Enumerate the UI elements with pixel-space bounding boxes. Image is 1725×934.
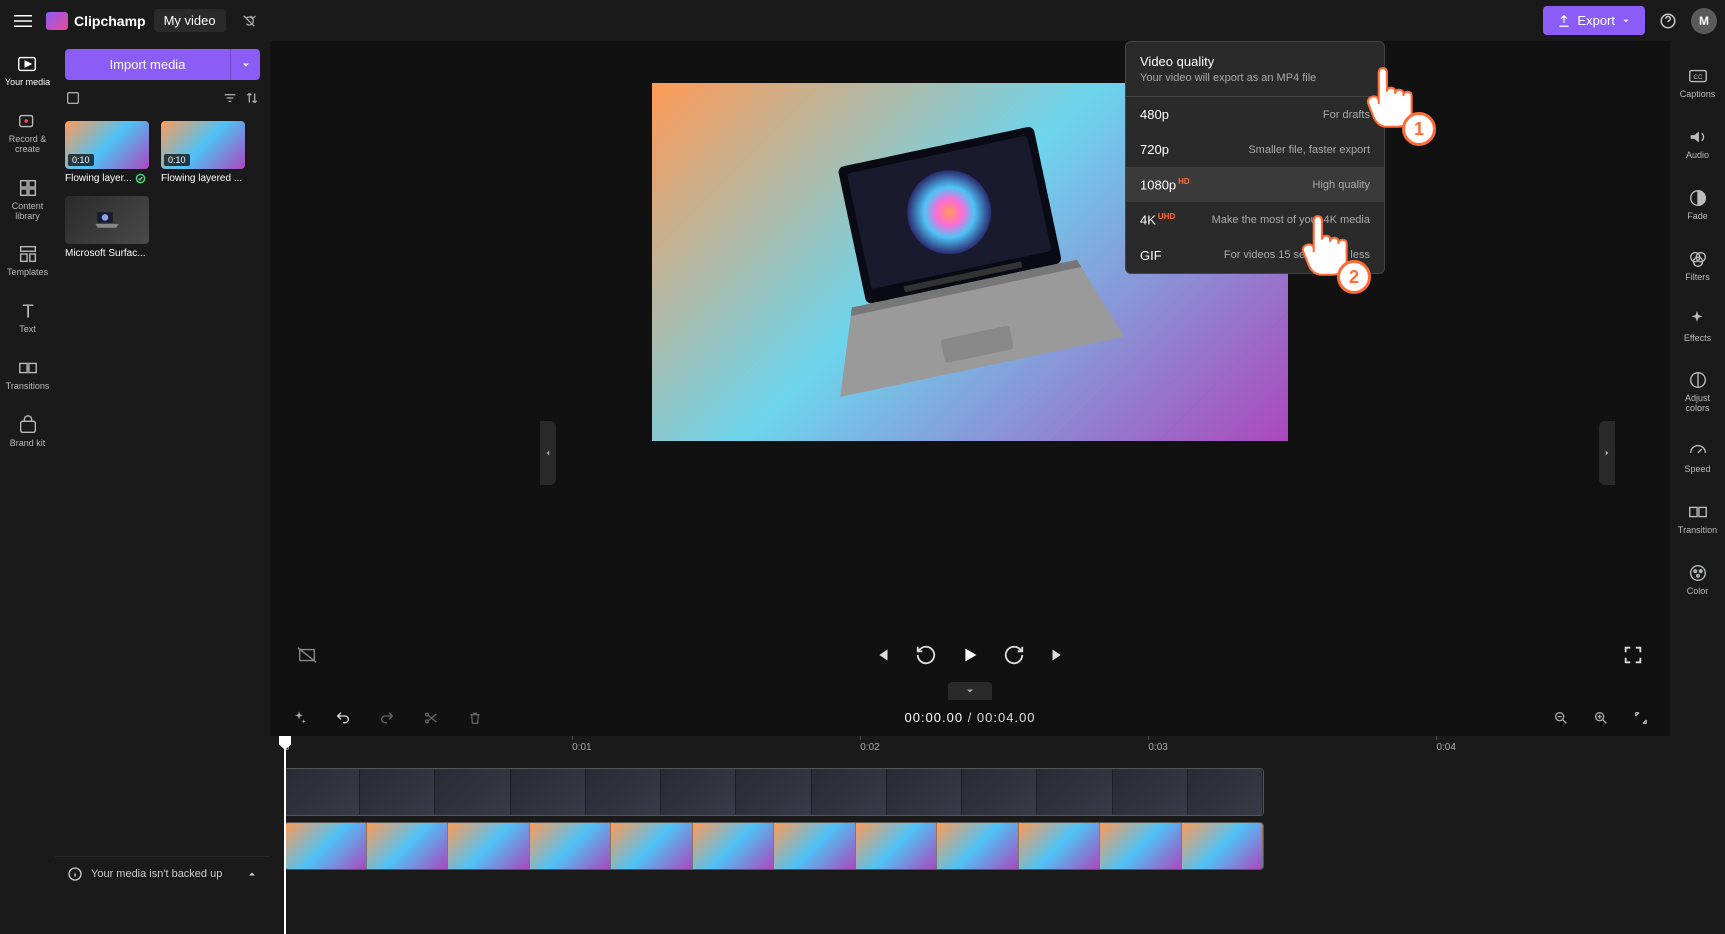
nav-rail: Your media Record & create Content libra…: [0, 41, 55, 890]
sync-status-icon[interactable]: [234, 6, 264, 36]
export-option-720p[interactable]: 720p Smaller file, faster export: [1126, 132, 1384, 167]
app-logo[interactable]: Clipchamp: [46, 12, 146, 30]
export-menu-title: Video quality: [1140, 54, 1370, 69]
video-preview[interactable]: [270, 41, 1670, 628]
collapse-left-panel[interactable]: [540, 421, 556, 485]
hamburger-menu[interactable]: [8, 6, 38, 36]
media-thumb[interactable]: 0:10 Flowing layer...: [65, 121, 149, 184]
help-button[interactable]: [1653, 6, 1683, 36]
import-media-button[interactable]: Import media: [65, 49, 230, 80]
media-thumb[interactable]: 0:10 Flowing layered ...: [161, 121, 245, 184]
redo-button[interactable]: [372, 703, 402, 733]
split-button[interactable]: [416, 703, 446, 733]
fullscreen-button[interactable]: [1618, 640, 1648, 670]
export-button-label: Export: [1577, 13, 1615, 28]
delete-button[interactable]: [460, 703, 490, 733]
prop-color[interactable]: Color: [1685, 558, 1711, 601]
nav-content-library[interactable]: Content library: [0, 173, 55, 226]
next-frame-button[interactable]: [1043, 640, 1073, 670]
undo-button[interactable]: [328, 703, 358, 733]
playhead[interactable]: [284, 736, 286, 934]
added-check-icon: [135, 173, 146, 184]
clipchamp-logo-icon: [46, 12, 68, 30]
prop-transition[interactable]: Transition: [1676, 497, 1719, 540]
video-title[interactable]: My video: [154, 9, 226, 32]
svg-text:T: T: [22, 301, 33, 322]
prop-captions[interactable]: CC Captions: [1678, 61, 1718, 104]
nav-text[interactable]: T Text: [15, 296, 41, 339]
timeline-clip[interactable]: [284, 768, 1264, 816]
sort-button[interactable]: [244, 90, 260, 111]
timeline-ruler[interactable]: 0 0:01 0:02 0:03 0:04: [284, 736, 1656, 764]
properties-rail: CC Captions Audio Fade Filters Effects A…: [1670, 41, 1725, 890]
user-avatar[interactable]: M: [1691, 8, 1717, 34]
prop-filters[interactable]: Filters: [1683, 244, 1712, 287]
timeline-clip[interactable]: [284, 822, 1264, 870]
filter-button[interactable]: [222, 90, 238, 111]
prop-speed[interactable]: Speed: [1682, 436, 1712, 479]
nav-transitions[interactable]: Transitions: [4, 353, 52, 396]
nav-your-media[interactable]: Your media: [3, 49, 52, 92]
export-option-480p[interactable]: 480p For drafts: [1126, 97, 1384, 132]
export-menu-subtitle: Your video will export as an MP4 file: [1140, 72, 1370, 84]
timeline[interactable]: 0 0:01 0:02 0:03 0:04: [270, 736, 1670, 890]
skip-back-button[interactable]: [911, 640, 941, 670]
auto-compose-button[interactable]: [284, 703, 314, 733]
media-thumb[interactable]: Microsoft Surfac...: [65, 196, 149, 259]
zoom-in-button[interactable]: [1586, 703, 1616, 733]
safe-zones-toggle[interactable]: [292, 640, 322, 670]
svg-text:CC: CC: [1693, 74, 1703, 81]
info-icon: [67, 866, 83, 882]
export-option-4k[interactable]: 4KUHD Make the most of your 4K media: [1126, 202, 1384, 237]
zoom-out-button[interactable]: [1546, 703, 1576, 733]
play-button[interactable]: [955, 640, 985, 670]
nav-templates[interactable]: Templates: [5, 239, 50, 282]
prop-effects[interactable]: Effects: [1682, 305, 1713, 348]
app-name: Clipchamp: [74, 13, 146, 29]
import-media-dropdown[interactable]: [230, 49, 260, 80]
export-option-1080p[interactable]: 1080pHD High quality: [1126, 167, 1384, 202]
prop-audio[interactable]: Audio: [1684, 122, 1711, 165]
prop-fade[interactable]: Fade: [1685, 183, 1711, 226]
prop-adjust-colors[interactable]: Adjust colors: [1670, 365, 1725, 418]
timecode-display: 00:00.00 / 00:04.00: [904, 710, 1035, 726]
backup-status-bar[interactable]: Your media isn't backed up: [55, 856, 270, 890]
nav-record-create[interactable]: Record & create: [0, 106, 55, 159]
media-panel: Import media 0:10 Flowing layer...: [55, 41, 270, 890]
collapse-right-panel[interactable]: [1599, 421, 1615, 485]
prev-frame-button[interactable]: [867, 640, 897, 670]
collapse-timeline-button[interactable]: [948, 682, 992, 700]
nav-brand-kit[interactable]: Brand kit: [8, 410, 48, 453]
fit-timeline-button[interactable]: [1626, 703, 1656, 733]
chevron-up-icon[interactable]: [246, 868, 258, 880]
export-quality-menu: Video quality Your video will export as …: [1125, 41, 1385, 274]
select-all-checkbox[interactable]: [65, 90, 81, 111]
export-option-gif[interactable]: GIF For videos 15 seconds or less: [1126, 238, 1384, 273]
export-button[interactable]: Export: [1543, 6, 1645, 35]
skip-forward-button[interactable]: [999, 640, 1029, 670]
